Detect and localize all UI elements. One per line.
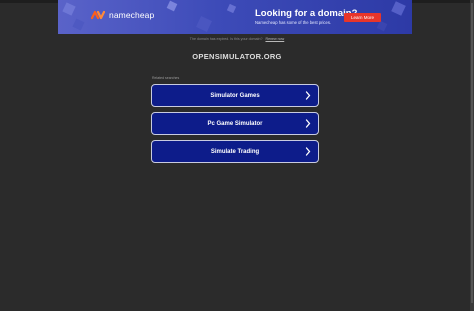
brand-name: namecheap (109, 10, 155, 20)
scrollbar[interactable] (470, 0, 474, 311)
ad-title: Looking for a domain? (255, 8, 358, 19)
expired-notice-text: The domain has expired. Is this your dom… (189, 37, 263, 41)
learn-more-button[interactable]: Learn More (344, 13, 381, 22)
chevron-right-icon (305, 91, 311, 100)
decorative-shape (226, 3, 237, 14)
decorative-shape (376, 20, 388, 32)
namecheap-logo: namecheap (91, 10, 154, 20)
parked-domain-page: namecheap Looking for a domain? Namechea… (0, 0, 474, 311)
ad-subtitle: Namecheap has some of the best prices. (255, 20, 332, 25)
decorative-shape (391, 1, 406, 16)
renew-now-link[interactable]: Renew now (265, 37, 284, 41)
namecheap-mark-icon (91, 10, 105, 20)
namecheap-ad-banner[interactable]: namecheap Looking for a domain? Namechea… (58, 0, 412, 34)
related-searches-label: Related searches (152, 76, 180, 80)
decorative-shape (166, 0, 178, 12)
link-label: Pc Game Simulator (207, 120, 263, 127)
decorative-shape (196, 16, 212, 32)
chevron-right-icon (305, 119, 311, 128)
link-label: Simulate Trading (210, 148, 260, 155)
related-links-list: Simulator Games Pc Game Simulator Simula… (151, 84, 319, 168)
decorative-shape (62, 2, 76, 16)
related-link-pc-game-simulator[interactable]: Pc Game Simulator (151, 112, 319, 135)
decorative-shape (72, 18, 85, 31)
scrollbar-thumb[interactable] (471, 3, 473, 303)
related-link-simulate-trading[interactable]: Simulate Trading (151, 140, 319, 163)
link-label: Simulator Games (210, 92, 260, 99)
chevron-right-icon (305, 147, 311, 156)
expired-notice: The domain has expired. Is this your dom… (0, 37, 474, 41)
related-link-simulator-games[interactable]: Simulator Games (151, 84, 319, 107)
domain-title: OPENSIMULATOR.ORG (192, 52, 282, 61)
